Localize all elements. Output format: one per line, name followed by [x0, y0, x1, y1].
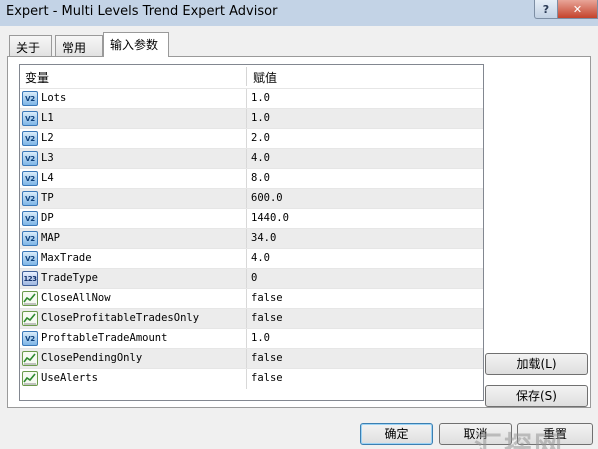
- table-row[interactable]: V2 Lots 1.0: [20, 88, 483, 109]
- integer-value-icon: 123: [22, 271, 38, 286]
- tab-about[interactable]: 关于: [9, 35, 52, 56]
- grid-header: 变量 赋值: [20, 65, 483, 88]
- table-row[interactable]: V2 MAP 34.0: [20, 228, 483, 249]
- double-value-icon: V2: [22, 211, 38, 226]
- title-bar: Expert - Multi Levels Trend Expert Advis…: [0, 0, 598, 26]
- load-button[interactable]: 加载(L): [485, 353, 588, 375]
- parameter-name: L4: [41, 172, 54, 184]
- column-divider: [246, 149, 247, 169]
- parameter-value[interactable]: 2.0: [251, 132, 270, 144]
- parameter-name: L1: [41, 112, 54, 124]
- column-divider: [246, 269, 247, 289]
- parameter-name: TP: [41, 192, 54, 204]
- table-row[interactable]: V2 MaxTrade 4.0: [20, 248, 483, 269]
- table-row[interactable]: V2 TP 600.0: [20, 188, 483, 209]
- table-row[interactable]: CloseProfitableTradesOnly false: [20, 308, 483, 329]
- parameter-value[interactable]: 34.0: [251, 232, 276, 244]
- boolean-value-icon: [22, 371, 38, 386]
- column-divider: [246, 189, 247, 209]
- parameter-name: TradeType: [41, 272, 98, 284]
- parameter-value[interactable]: 8.0: [251, 172, 270, 184]
- parameters-grid: 变量 赋值 V2 Lots 1.0 V2 L1 1.0 V2 L2 2.0 V2 L3 4.0 V2 L4…: [19, 64, 484, 401]
- ok-button[interactable]: 确定: [360, 423, 433, 445]
- boolean-value-icon: [22, 291, 38, 306]
- parameter-value[interactable]: false: [251, 312, 283, 324]
- parameter-value[interactable]: false: [251, 352, 283, 364]
- table-row[interactable]: V2 L1 1.0: [20, 108, 483, 129]
- header-divider[interactable]: [246, 67, 247, 86]
- parameter-value[interactable]: 4.0: [251, 252, 270, 264]
- inputs-panel: 变量 赋值 V2 Lots 1.0 V2 L1 1.0 V2 L2 2.0 V2 L3 4.0 V2 L4…: [7, 56, 591, 408]
- parameter-value[interactable]: 4.0: [251, 152, 270, 164]
- table-row[interactable]: UseAlerts false: [20, 368, 483, 389]
- window-title: Expert - Multi Levels Trend Expert Advis…: [6, 4, 278, 19]
- column-divider: [246, 289, 247, 309]
- column-divider: [246, 229, 247, 249]
- watermark-logo: 汇探网: [474, 430, 565, 449]
- column-divider: [246, 349, 247, 369]
- table-row[interactable]: V2 ProftableTradeAmount 1.0: [20, 328, 483, 349]
- column-divider: [246, 249, 247, 269]
- parameter-value[interactable]: false: [251, 292, 283, 304]
- double-value-icon: V2: [22, 91, 38, 106]
- dialog-client-area: 关于 常用 输入参数 变量 赋值 V2 Lots 1.0 V2 L1 1.0 V2 L2 2.0…: [0, 26, 598, 449]
- column-divider: [246, 309, 247, 329]
- column-header-variable[interactable]: 变量: [25, 69, 49, 86]
- column-divider: [246, 169, 247, 189]
- double-value-icon: V2: [22, 171, 38, 186]
- double-value-icon: V2: [22, 151, 38, 166]
- column-divider: [246, 89, 247, 109]
- table-row[interactable]: 123 TradeType 0: [20, 268, 483, 289]
- parameter-name: ClosePendingOnly: [41, 352, 143, 364]
- double-value-icon: V2: [22, 191, 38, 206]
- boolean-value-icon: [22, 351, 38, 366]
- column-header-value[interactable]: 赋值: [253, 69, 277, 86]
- close-icon: ✕: [572, 2, 583, 16]
- table-row[interactable]: V2 L3 4.0: [20, 148, 483, 169]
- parameter-name: L3: [41, 152, 54, 164]
- table-row[interactable]: V2 DP 1440.0: [20, 208, 483, 229]
- parameter-value[interactable]: 0: [251, 272, 257, 284]
- parameter-name: Lots: [41, 92, 67, 104]
- tab-common[interactable]: 常用: [55, 35, 103, 56]
- table-row[interactable]: CloseAllNow false: [20, 288, 483, 309]
- double-value-icon: V2: [22, 231, 38, 246]
- column-divider: [246, 209, 247, 229]
- parameter-name: MAP: [41, 232, 60, 244]
- parameter-value[interactable]: 1.0: [251, 112, 270, 124]
- double-value-icon: V2: [22, 251, 38, 266]
- parameter-value[interactable]: 1.0: [251, 332, 270, 344]
- help-icon: ?: [542, 2, 550, 16]
- parameter-name: DP: [41, 212, 54, 224]
- parameter-name: UseAlerts: [41, 372, 98, 384]
- parameter-name: L2: [41, 132, 54, 144]
- close-button[interactable]: ✕: [557, 0, 598, 19]
- double-value-icon: V2: [22, 111, 38, 126]
- column-divider: [246, 369, 247, 389]
- help-button[interactable]: ?: [534, 0, 558, 19]
- parameter-name: CloseAllNow: [41, 292, 111, 304]
- double-value-icon: V2: [22, 331, 38, 346]
- tab-inputs[interactable]: 输入参数: [103, 32, 169, 57]
- parameter-value[interactable]: false: [251, 372, 283, 384]
- column-divider: [246, 129, 247, 149]
- column-divider: [246, 109, 247, 129]
- double-value-icon: V2: [22, 131, 38, 146]
- parameter-name: ProftableTradeAmount: [41, 332, 168, 344]
- table-row[interactable]: V2 L2 2.0: [20, 128, 483, 149]
- parameter-value[interactable]: 1440.0: [251, 212, 289, 224]
- grid-rows: V2 Lots 1.0 V2 L1 1.0 V2 L2 2.0 V2 L3 4.0 V2 L4 8.0 V2 T…: [20, 88, 483, 389]
- parameter-name: CloseProfitableTradesOnly: [41, 312, 200, 324]
- boolean-value-icon: [22, 311, 38, 326]
- save-button[interactable]: 保存(S): [485, 385, 588, 407]
- parameter-value[interactable]: 1.0: [251, 92, 270, 104]
- parameter-name: MaxTrade: [41, 252, 92, 264]
- table-row[interactable]: ClosePendingOnly false: [20, 348, 483, 369]
- parameter-value[interactable]: 600.0: [251, 192, 283, 204]
- column-divider: [246, 329, 247, 349]
- table-row[interactable]: V2 L4 8.0: [20, 168, 483, 189]
